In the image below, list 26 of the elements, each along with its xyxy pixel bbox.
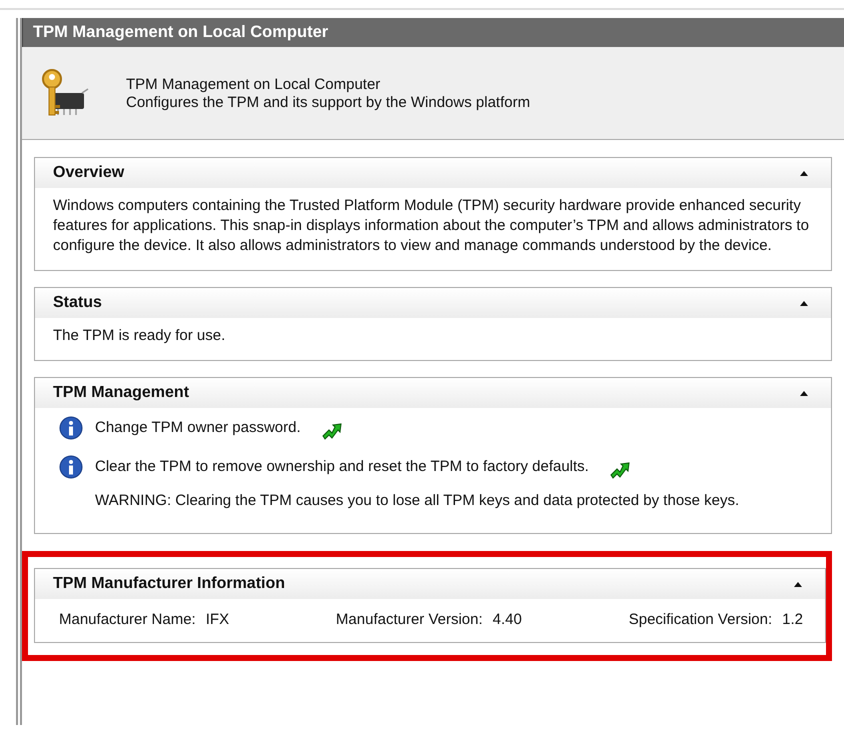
field-value: 1.2: [782, 611, 803, 628]
window-title: TPM Management on Local Computer: [22, 18, 844, 47]
collapse-icon[interactable]: [799, 299, 809, 307]
field-value: 4.40: [492, 611, 522, 628]
arrow-icon[interactable]: [608, 461, 631, 480]
section-text: The TPM is ready for use.: [53, 326, 226, 346]
field-label: Specification Version:: [628, 611, 772, 628]
action-link[interactable]: Clear the TPM to remove ownership and reset the TPM to factory defaults.: [95, 458, 589, 475]
section-title: TPM Management: [53, 384, 190, 402]
info-icon: [59, 416, 83, 440]
section-title: Overview: [53, 164, 124, 182]
collapse-icon[interactable]: [799, 169, 809, 177]
header-subtitle: Configures the TPM and its support by the Windows platform: [126, 94, 530, 110]
field-label: Manufacturer Version:: [336, 611, 483, 628]
info-icon: [59, 454, 83, 478]
field-label: Manufacturer Name:: [59, 611, 196, 628]
collapse-icon[interactable]: [793, 580, 803, 588]
arrow-icon[interactable]: [320, 422, 343, 441]
section-title: TPM Manufacturer Information: [53, 575, 286, 593]
header-title: TPM Management on Local Computer: [126, 76, 382, 92]
section-title: Status: [53, 294, 102, 312]
warning-text: WARNING: Clearing the TPM causes you to lose all TPM keys and data protected by those keys.: [95, 492, 740, 509]
action-link[interactable]: Change TPM owner password.: [95, 419, 301, 436]
section-text: Windows computers containing the Trusted Platform Module (TPM) security hardware provide enhanced security features for applications. This snap-in displays information about the computer’s TPM and allows administrators to configure the device. It also allows administrators to view and manage commands understood by the device.: [53, 196, 810, 256]
field-value: IFX: [206, 611, 230, 628]
collapse-icon[interactable]: [799, 389, 809, 397]
